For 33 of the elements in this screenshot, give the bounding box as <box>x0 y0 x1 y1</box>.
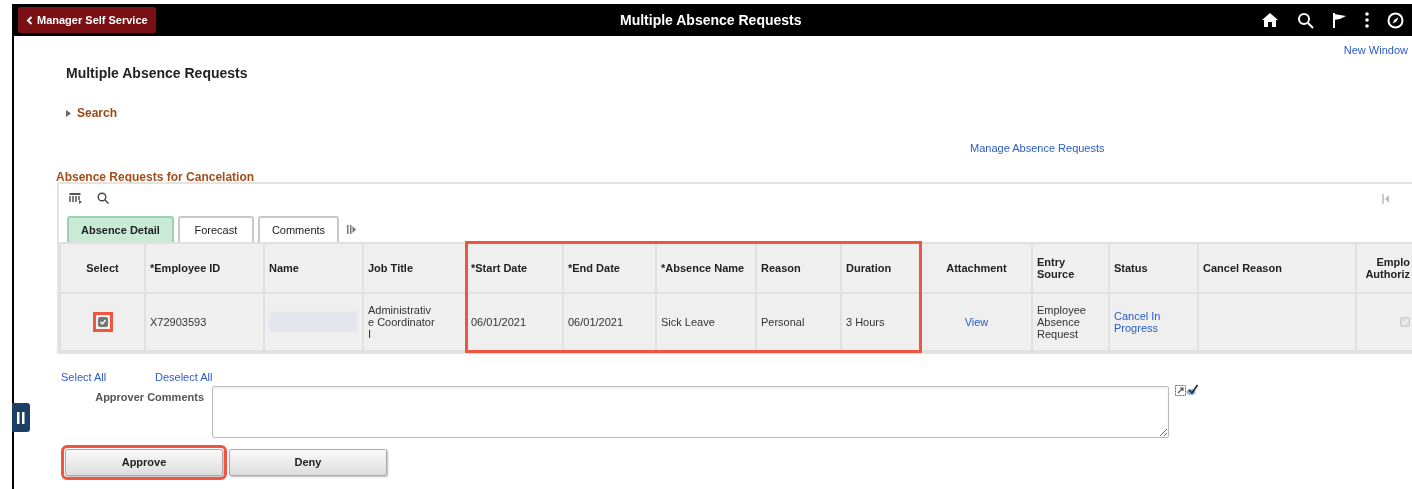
deselect-all-link[interactable]: Deselect All <box>155 369 213 386</box>
column-settings-icon[interactable] <box>69 192 83 204</box>
row-checkbox[interactable] <box>97 317 108 327</box>
new-window-link[interactable]: New Window <box>1343 42 1408 59</box>
page-header-title: Multiple Absence Requests <box>620 10 802 30</box>
search-icon[interactable] <box>1297 11 1314 29</box>
search-toggle[interactable]: Search <box>66 104 118 122</box>
spell-check-icon[interactable] <box>1186 384 1198 396</box>
search-icon[interactable] <box>97 192 109 204</box>
more-icon[interactable] <box>1365 12 1369 28</box>
compass-icon[interactable] <box>1387 11 1404 29</box>
table-cell: Employee Absence Request <box>1032 293 1109 351</box>
show-all-columns-icon[interactable] <box>347 225 357 234</box>
approver-comments-field[interactable] <box>212 386 1169 438</box>
flag-icon[interactable] <box>1332 11 1347 29</box>
table-link[interactable]: View <box>926 316 1027 328</box>
page-title: Multiple Absence Requests <box>66 64 248 83</box>
grid-tab[interactable]: Forecast <box>177 216 254 242</box>
expand-icon[interactable] <box>1175 385 1186 396</box>
grid-tab[interactable]: Absence Detail <box>67 216 174 242</box>
grid-title: Absence Requests for Cancelation <box>56 169 255 186</box>
table-cell: X72903593 <box>145 293 264 351</box>
action-button[interactable]: Deny <box>229 449 387 476</box>
back-chevron-icon <box>26 15 33 25</box>
column-header[interactable]: Select <box>60 243 145 293</box>
grid-tab[interactable]: Comments <box>257 216 340 242</box>
panel-collapse-button[interactable] <box>12 403 30 432</box>
back-button[interactable]: Manager Self Service <box>18 7 156 33</box>
manage-absence-requests-link[interactable]: Manage Absence Requests <box>970 140 1105 157</box>
approver-comments-label: Approver Comments <box>95 390 204 405</box>
home-icon[interactable] <box>1261 12 1279 28</box>
pause-icon <box>17 411 25 424</box>
select-all-link[interactable]: Select All <box>61 369 107 386</box>
